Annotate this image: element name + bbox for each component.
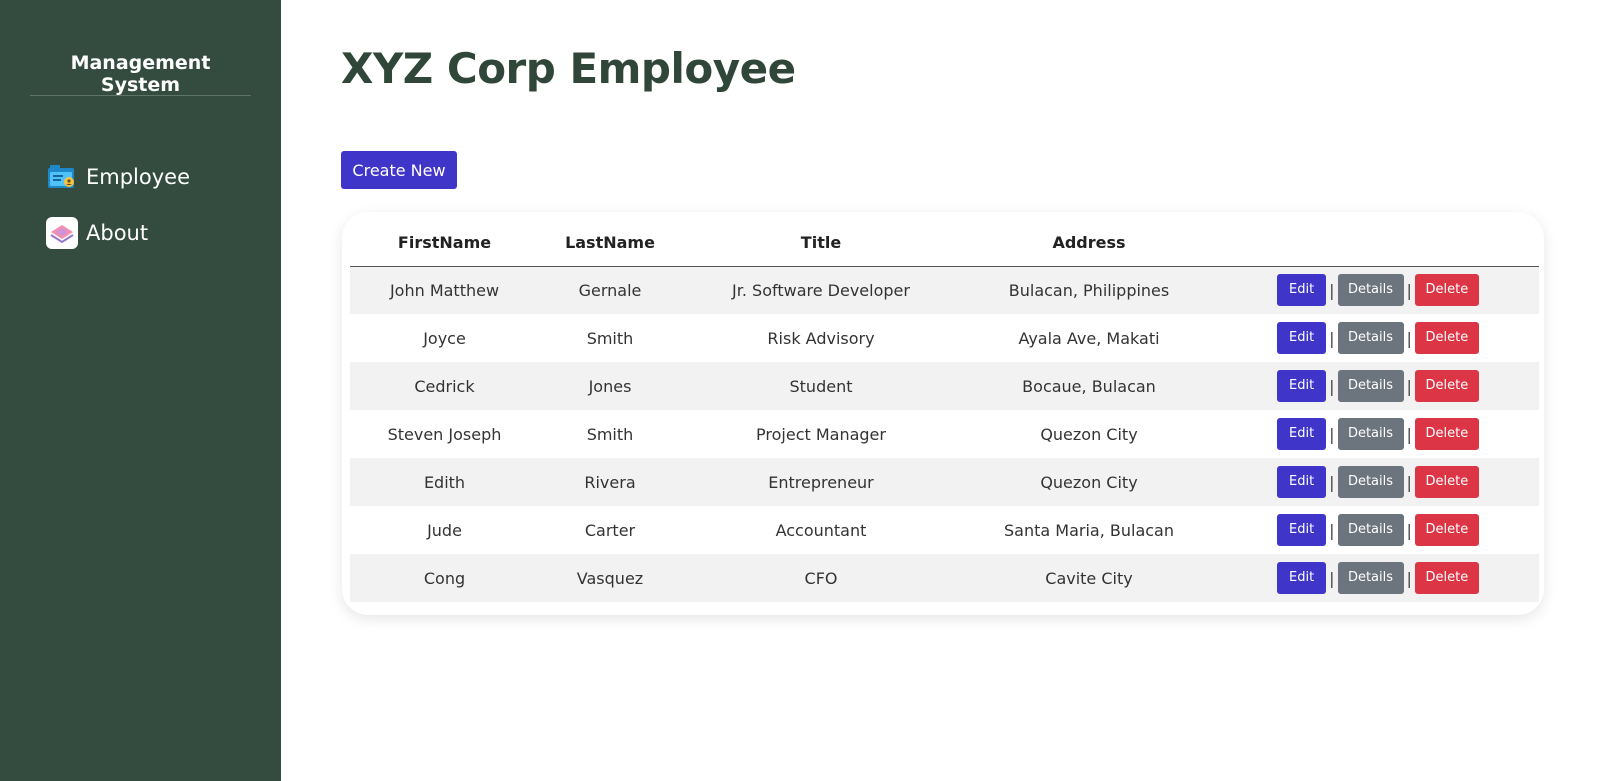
cell-actions: Edit | Details | Delete [1217, 362, 1539, 410]
edit-button[interactable]: Edit [1277, 418, 1327, 450]
cell-actions: Edit | Details | Delete [1217, 458, 1539, 506]
action-separator: | [1406, 472, 1412, 492]
header-title: Title [681, 220, 961, 267]
cell-title: Risk Advisory [767, 328, 875, 348]
action-separator: | [1329, 568, 1335, 588]
table-row: Cedrick Jones Student Bocaue, Bulacan Edit | D… [350, 362, 1539, 410]
details-button[interactable]: Details [1337, 274, 1404, 307]
page-title: XYZ Corp Employee [341, 44, 796, 93]
cell-lastname: Smith [586, 328, 634, 348]
cell-firstname: Steven Joseph [387, 424, 502, 444]
cell-actions: Edit | Details | Delete [1217, 506, 1539, 554]
table-row: John Matthew Gernale Jr. Software Develope… [350, 266, 1539, 314]
cell-firstname: Cong [423, 568, 466, 588]
employee-folder-icon [46, 161, 78, 193]
cell-address: Santa Maria, Bulacan [1004, 520, 1174, 540]
details-button[interactable]: Details [1337, 370, 1404, 402]
cell-firstname: Joyce [423, 328, 466, 348]
create-new-button[interactable]: Create New [341, 151, 457, 189]
table-row: Steven Joseph Smith Project Manager Quezon … [350, 410, 1539, 458]
action-separator: | [1406, 376, 1412, 396]
header-address: Address [961, 220, 1217, 267]
edit-button[interactable]: Edit [1277, 274, 1327, 307]
cell-title: Entrepreneur [768, 472, 874, 492]
action-separator: | [1406, 520, 1412, 540]
cell-address: Ayala Ave, Makati [1018, 328, 1160, 348]
cell-actions: Edit | Details | Delete [1217, 314, 1539, 362]
action-separator: | [1329, 520, 1335, 540]
delete-button[interactable]: Delete [1414, 514, 1479, 546]
header-lastname: LastName [539, 220, 681, 267]
sidebar-item-label: Employee [86, 165, 191, 189]
main-content: XYZ Corp Employee Create New FirstName L… [281, 0, 1600, 781]
sidebar-item-employee[interactable]: Employee [46, 160, 190, 194]
brand-divider [30, 95, 251, 96]
employee-table-card: FirstName LastName Title Address John Ma… [342, 212, 1544, 615]
brand-title: Management System [70, 52, 211, 96]
cell-title: Project Manager [756, 424, 886, 444]
delete-button[interactable]: Delete [1414, 466, 1479, 498]
delete-button[interactable]: Delete [1414, 274, 1479, 307]
details-button[interactable]: Details [1337, 418, 1404, 450]
delete-button[interactable]: Delete [1414, 322, 1479, 354]
delete-button[interactable]: Delete [1414, 562, 1479, 594]
table-row: Cong Vasquez CFO Cavite City Edit | Details | De… [350, 554, 1539, 602]
action-separator: | [1406, 568, 1412, 588]
action-separator: | [1406, 424, 1412, 444]
edit-button[interactable]: Edit [1277, 466, 1327, 498]
cell-title: CFO [804, 568, 838, 588]
details-button[interactable]: Details [1337, 514, 1404, 546]
delete-button[interactable]: Delete [1414, 418, 1479, 450]
cell-firstname: Edith [423, 472, 466, 492]
cell-title: Student [789, 376, 853, 396]
cell-firstname: Jude [427, 520, 462, 540]
action-separator: | [1406, 328, 1412, 348]
cell-actions: Edit | Details | Delete [1217, 554, 1539, 602]
edit-button[interactable]: Edit [1277, 562, 1327, 594]
header-firstname: FirstName [350, 220, 539, 267]
employee-table: FirstName LastName Title Address John Ma… [350, 220, 1539, 602]
cell-address: Bocaue, Bulacan [1022, 376, 1156, 396]
table-row: Joyce Smith Risk Advisory Ayala Ave, Makati… [350, 314, 1539, 362]
action-separator: | [1406, 280, 1412, 300]
edit-button[interactable]: Edit [1277, 322, 1327, 354]
cell-address: Cavite City [1045, 568, 1133, 588]
cell-lastname: Rivera [584, 472, 636, 492]
cell-actions: Edit | Details | Delete [1217, 410, 1539, 458]
cell-firstname: John Matthew [389, 280, 500, 300]
sidebar-item-about[interactable]: About [46, 216, 148, 250]
table-header-row: FirstName LastName Title Address [350, 220, 1539, 267]
sidebar: Management System Employee About [0, 0, 281, 781]
cell-title: Accountant [775, 520, 867, 540]
table-body: John Matthew Gernale Jr. Software Develope… [350, 266, 1539, 602]
edit-button[interactable]: Edit [1277, 514, 1327, 546]
details-button[interactable]: Details [1337, 562, 1404, 594]
action-separator: | [1329, 376, 1335, 396]
action-separator: | [1329, 328, 1335, 348]
cell-lastname: Carter [584, 520, 636, 540]
cell-actions: Edit | Details | Delete [1217, 266, 1539, 314]
cell-firstname: Cedrick [414, 376, 475, 396]
cell-title: Jr. Software Developer [732, 280, 910, 300]
details-button[interactable]: Details [1337, 322, 1404, 354]
table-row: Jude Carter Accountant Santa Maria, Bulacan… [350, 506, 1539, 554]
delete-button[interactable]: Delete [1414, 370, 1479, 402]
cell-lastname: Gernale [578, 280, 642, 300]
sidebar-item-label: About [86, 221, 149, 245]
cell-address: Quezon City [1040, 424, 1138, 444]
cell-address: Quezon City [1040, 472, 1138, 492]
cell-lastname: Jones [588, 376, 632, 396]
details-button[interactable]: Details [1337, 466, 1404, 498]
cell-lastname: Smith [586, 424, 634, 444]
table-row: Edith Rivera Entrepreneur Quezon City Edit | D… [350, 458, 1539, 506]
action-separator: | [1329, 280, 1335, 300]
edit-button[interactable]: Edit [1277, 370, 1327, 402]
cell-lastname: Vasquez [576, 568, 644, 588]
action-separator: | [1329, 472, 1335, 492]
action-separator: | [1329, 424, 1335, 444]
header-actions [1217, 220, 1539, 267]
cell-address: Bulacan, Philippines [1008, 280, 1170, 300]
about-layers-icon [46, 217, 78, 249]
